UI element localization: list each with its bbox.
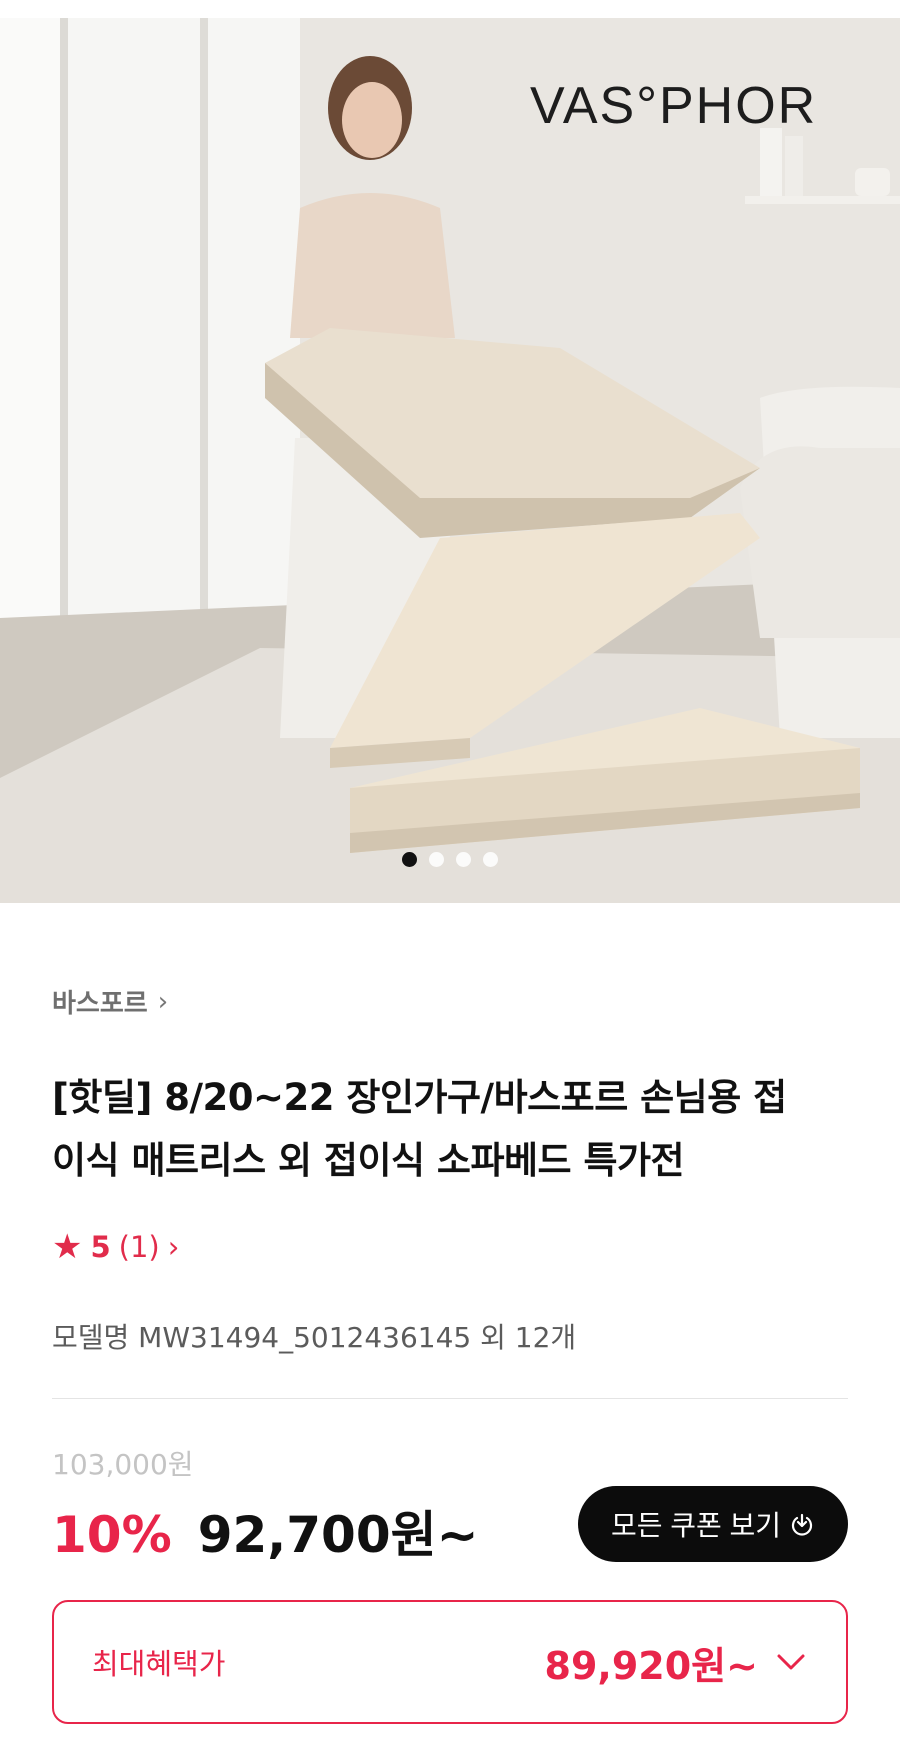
product-title: [핫딜] 8/20~22 장인가구/바스포르 손님용 접 이식 매트리스 외 접… xyxy=(52,1066,852,1192)
max-benefit-value: 89,920원~ xyxy=(545,1635,806,1690)
chevron-right-icon: › xyxy=(157,986,169,1017)
product-title-line: 이식 매트리스 외 접이식 소파베드 특가전 xyxy=(52,1139,685,1182)
brand-logo: VAS°PHOR xyxy=(530,77,818,135)
product-photo xyxy=(0,18,900,903)
rating-link[interactable]: ★ 5 (1) › xyxy=(52,1230,179,1264)
max-benefit-price-toggle[interactable]: 최대혜택가 89,920원~ xyxy=(52,1600,848,1724)
carousel-indicator xyxy=(0,852,900,868)
seller-name: 바스포르 xyxy=(52,989,148,1019)
product-image-carousel[interactable]: VAS°PHOR xyxy=(0,18,900,903)
chevron-right-icon: › xyxy=(167,1230,180,1264)
carousel-dot[interactable] xyxy=(402,852,417,867)
divider xyxy=(52,1398,848,1399)
coupon-button-label: 모든 쿠폰 보기 xyxy=(610,1510,782,1541)
rating-score: 5 xyxy=(90,1230,111,1264)
seller-link[interactable]: 바스포르 › xyxy=(52,983,168,1020)
star-icon: ★ xyxy=(52,1227,83,1267)
carousel-dot[interactable] xyxy=(429,852,444,867)
download-icon xyxy=(792,1513,813,1536)
chevron-down-icon xyxy=(777,1654,805,1670)
sale-price: 92,700원~ xyxy=(197,1506,479,1564)
max-benefit-price: 89,920원~ xyxy=(544,1643,758,1688)
max-benefit-label: 최대혜택가 xyxy=(92,1647,226,1681)
review-count: (1) xyxy=(118,1230,160,1264)
view-all-coupons-button[interactable]: 모든 쿠폰 보기 xyxy=(578,1486,848,1562)
product-title-line: [핫딜] 8/20~22 장인가구/바스포르 손님용 접 xyxy=(52,1076,787,1119)
carousel-dot[interactable] xyxy=(483,852,498,867)
original-price: 103,000원 xyxy=(52,1448,194,1481)
model-number: 모델명 MW31494_5012436145 외 12개 xyxy=(52,1321,577,1354)
discount-rate: 10% xyxy=(52,1506,172,1564)
carousel-dot[interactable] xyxy=(456,852,471,867)
price-row: 10% 92,700원~ xyxy=(52,1495,479,1567)
